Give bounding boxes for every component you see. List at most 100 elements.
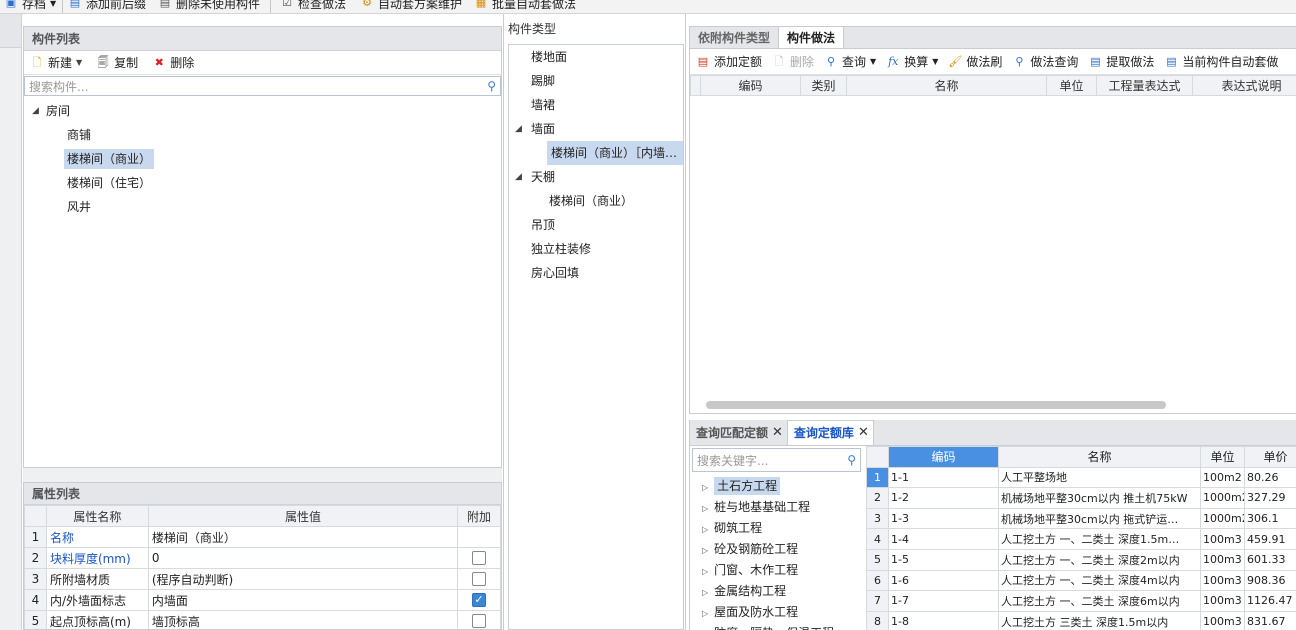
property-value[interactable]: 0 (147, 547, 459, 569)
expand-arrow-icon[interactable]: ▷ (702, 525, 708, 534)
tab-match-quota[interactable]: 查询匹配定额 ✕ (690, 420, 787, 445)
expand-arrow-icon[interactable]: ▷ (702, 546, 708, 555)
col-name[interactable]: 名称 (846, 75, 1047, 96)
query-button[interactable]: ⚲ 查询 ▼ (824, 53, 876, 70)
property-row[interactable]: 4 内/外墙面标志 内墙面 ✓ (24, 589, 501, 611)
type-tree-node[interactable]: 楼梯间（商业） (509, 189, 683, 213)
property-value[interactable]: 内墙面 (147, 589, 459, 611)
tree-node-item-selected[interactable]: 楼梯间（商业） (24, 147, 501, 171)
quota-row[interactable]: 6 1-6 人工挖土方 一、二类土 深度4m以内 100m3 908.36 (866, 569, 1296, 592)
type-tree-node[interactable]: 独立柱装修 (509, 237, 683, 261)
quota-category-item[interactable]: ▷ 砼及钢筋砼工程 (692, 539, 861, 560)
method-brush-button[interactable]: 🖌 做法刷 (948, 53, 1002, 70)
col-quota-price[interactable]: 单价 (1244, 446, 1296, 468)
quota-category-item[interactable]: ▷ 砌筑工程 (692, 518, 861, 539)
tab-attached-type[interactable]: 依附构件类型 (690, 27, 778, 48)
method-delete-button[interactable]: 🗋 删除 (772, 53, 814, 70)
expand-arrow-icon[interactable]: ▷ (702, 483, 708, 492)
quota-category-item[interactable]: ▷ 桩与地基基础工程 (692, 497, 861, 518)
expand-arrow-icon[interactable]: ◢ (515, 117, 522, 141)
type-tree-node[interactable]: ◢ 天棚 (509, 165, 683, 189)
quota-row[interactable]: 5 1-5 人工挖土方 一、二类土 深度2m以内 100m3 601.33 (866, 548, 1296, 571)
col-code[interactable]: 编码 (700, 75, 801, 96)
quota-row[interactable]: 1 1-1 人工平整场地 100m2 80.26 (866, 466, 1296, 489)
auto-method-button[interactable]: ▤ 当前构件自动套做 (1164, 53, 1278, 70)
attach-checkbox[interactable] (472, 572, 487, 587)
quota-category-item[interactable]: ▷ 金属结构工程 (692, 581, 861, 602)
copy-button[interactable]: 🗐 复制 (96, 54, 139, 71)
col-quota-name[interactable]: 名称 (998, 446, 1201, 468)
quota-code: 1-7 (888, 590, 999, 612)
type-tree-node[interactable]: ◢ 墙面 (509, 117, 683, 141)
batch-auto-method-button[interactable]: ▦ 批量自动套做法 (474, 0, 576, 12)
type-tree-node[interactable]: 墙裙 (509, 93, 683, 117)
tab-quota-library[interactable]: 查询定额库 ✕ (786, 420, 874, 446)
expand-arrow-icon[interactable]: ◢ (515, 165, 522, 189)
quota-row[interactable]: 7 1-7 人工挖土方 一、二类土 深度6m以内 100m3 1126.47 (866, 590, 1296, 612)
property-value[interactable]: (程序自动判断) (147, 568, 459, 590)
tree-node-room[interactable]: ◢ 房间 (24, 99, 501, 123)
type-tree-node[interactable]: 楼梯间（商业）［内墙… (509, 141, 683, 165)
panel-splitter[interactable] (23, 468, 502, 482)
quota-row[interactable]: 2 1-2 机械场地平整30cm以内 推土机75kW 1000m2 327.29 (866, 487, 1296, 509)
attach-checkbox[interactable] (472, 614, 487, 629)
quota-row[interactable]: 3 1-3 机械场地平整30cm以内 拖式铲运… 1000m2 306.1 (866, 507, 1296, 530)
attach-checkbox[interactable]: ✓ (472, 593, 487, 608)
search-icon[interactable]: ⚲ (487, 79, 496, 93)
auto-scheme-button[interactable]: ⚙ 自动套方案维护 (360, 0, 462, 12)
col-expression-desc[interactable]: 表达式说明 (1192, 75, 1296, 96)
type-tree-node[interactable]: 吊顶 (509, 213, 683, 237)
col-quota-code[interactable]: 编码 (888, 446, 999, 468)
expand-arrow-icon[interactable]: ▷ (702, 588, 708, 597)
property-row[interactable]: 5 起点顶标高(m) 墙顶标高 (24, 610, 501, 629)
tree-node-item[interactable]: 风井 (24, 195, 501, 219)
quota-category-item[interactable]: ▷ 屋面及防水工程 (692, 602, 861, 623)
method-query-button[interactable]: ⚲ 做法查询 (1012, 53, 1078, 70)
quota-category-item[interactable]: ▷防腐、隔热、保温工程 (692, 623, 861, 630)
close-icon[interactable]: ✕ (858, 420, 869, 446)
save-menu-button[interactable]: ▣ 存档 ▼ (4, 0, 56, 12)
property-row[interactable]: 1 名称 楼梯间（商业） (24, 526, 501, 548)
col-quota-unit[interactable]: 单位 (1200, 446, 1245, 468)
property-row[interactable]: 3 所附墙材质 (程序自动判断) (24, 568, 501, 590)
delete-unused-button[interactable]: ▤ 删除未使用构件 (158, 0, 260, 12)
quota-unit: 1000m2 (1200, 507, 1245, 530)
type-tree-node[interactable]: 楼地面 (509, 45, 683, 69)
quota-panel: 查询匹配定额 ✕ 查询定额库 ✕ 搜索关键字... ⚲ ▷ 土石方工程 ▷ 桩与地基基础工… (689, 420, 1296, 630)
quota-search-input[interactable]: 搜索关键字... ⚲ (692, 448, 861, 472)
component-search-input[interactable]: 搜索构件... ⚲ (24, 76, 501, 96)
quota-category-item[interactable]: ▷ 门窗、木作工程 (692, 560, 861, 581)
horizontal-scrollbar[interactable] (706, 401, 1166, 409)
expand-arrow-icon[interactable]: ▷ (702, 567, 708, 576)
col-category[interactable]: 类别 (800, 75, 847, 96)
type-tree-node[interactable]: 踢脚 (509, 69, 683, 93)
attach-checkbox[interactable] (472, 551, 487, 566)
new-button[interactable]: 🗋 新建 ▼ (30, 54, 83, 71)
tree-node-item[interactable]: 商铺 (24, 123, 501, 147)
expand-arrow-icon[interactable]: ◢ (32, 99, 39, 123)
quota-name: 人工挖土方 一、二类土 深度6m以内 (998, 590, 1201, 612)
tab-component-method[interactable]: 构件做法 (778, 27, 845, 48)
close-icon[interactable]: ✕ (772, 420, 783, 446)
extract-method-button[interactable]: ▤ 提取做法 (1088, 53, 1154, 70)
expand-arrow-icon[interactable]: ▷ (702, 609, 708, 618)
col-unit[interactable]: 单位 (1046, 75, 1097, 96)
property-value[interactable]: 墙顶标高 (147, 610, 459, 629)
quota-category-item[interactable]: ▷ 土石方工程 (692, 476, 861, 497)
add-prefix-suffix-button[interactable]: ▤ 添加前后缀 (68, 0, 146, 12)
search-icon[interactable]: ⚲ (847, 453, 856, 467)
property-value[interactable]: 楼梯间（商业） (147, 526, 459, 548)
property-row[interactable]: 2 块料厚度(mm) 0 (24, 547, 501, 569)
quota-row[interactable]: 4 1-4 人工挖土方 一、二类土 深度1.5m… 100m3 459.91 (866, 528, 1296, 550)
check-method-button[interactable]: ☑ 检查做法 (280, 0, 346, 12)
quota-code: 1-6 (888, 569, 999, 592)
col-expression[interactable]: 工程量表达式 (1096, 75, 1193, 96)
type-tree-node[interactable]: 房心回填 (509, 261, 683, 285)
add-quota-button[interactable]: ▤ 添加定额 (696, 53, 762, 70)
convert-button[interactable]: fx 换算 ▼ (886, 53, 938, 70)
expand-arrow-icon[interactable]: ▷ (702, 504, 708, 513)
quota-row[interactable]: 8 1-8 人工挖土方 三类土 深度1.5m以内 100m3 831.67 (866, 610, 1296, 630)
delete-button[interactable]: ✖ 删除 (152, 54, 195, 71)
tree-node-item[interactable]: 楼梯间（住宅） (24, 171, 501, 195)
row-number: 2 (24, 547, 47, 569)
